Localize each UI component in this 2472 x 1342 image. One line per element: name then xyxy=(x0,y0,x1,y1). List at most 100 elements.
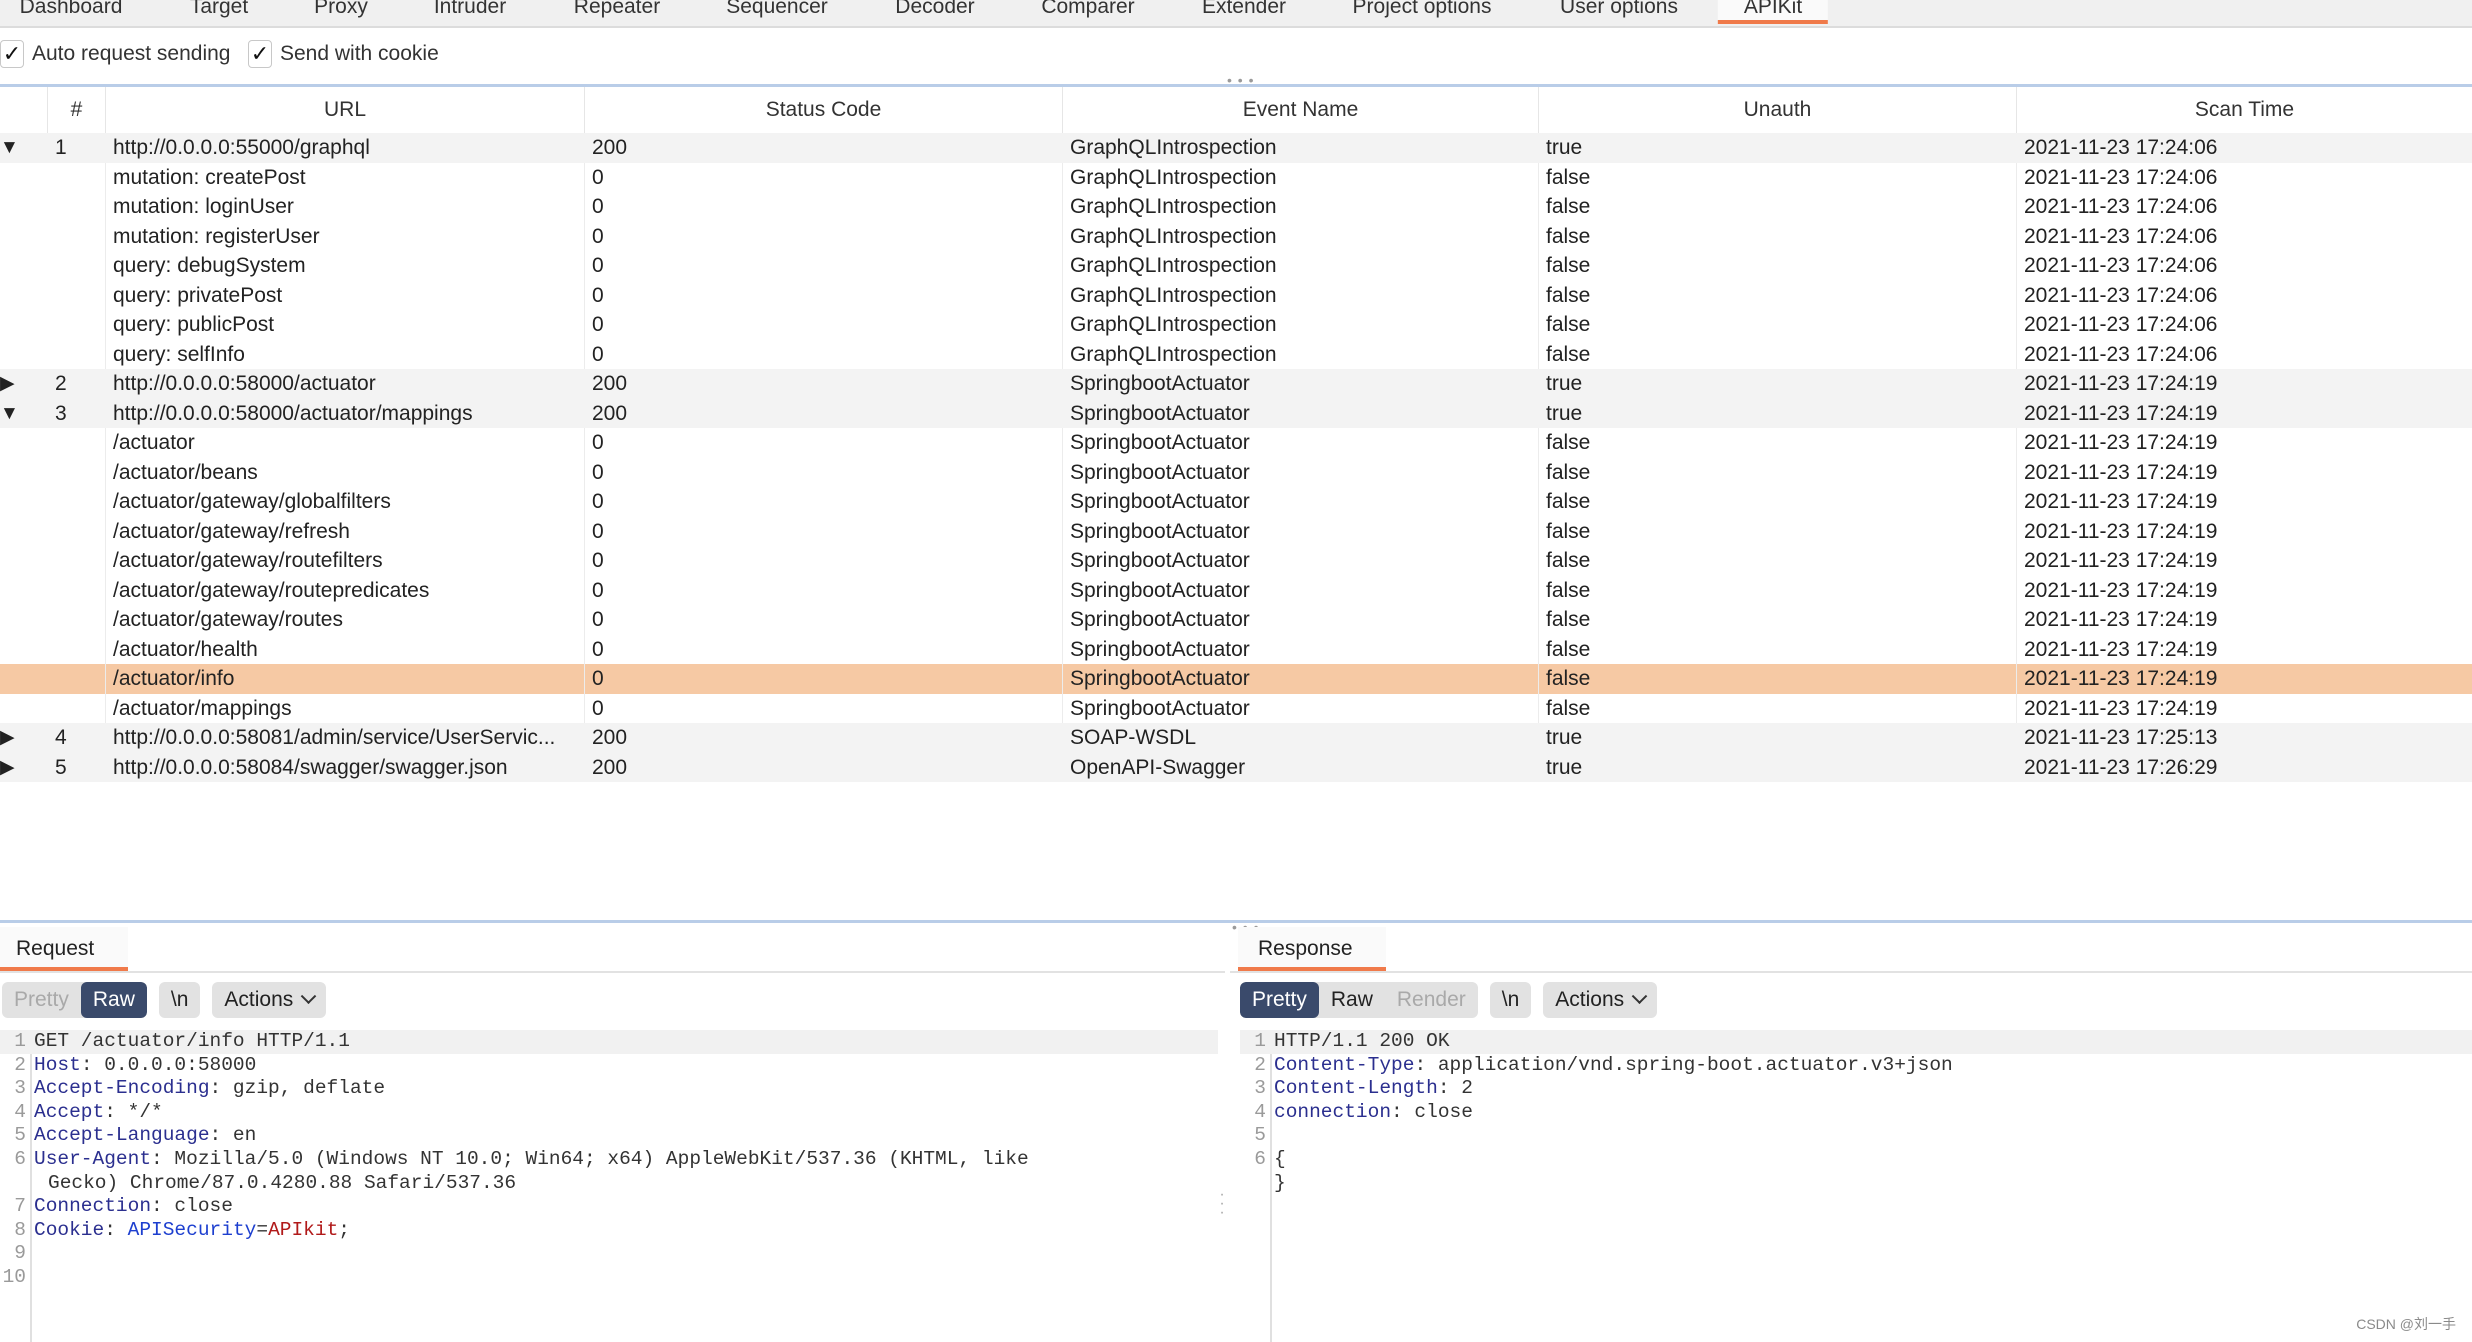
table-row-child[interactable]: /actuator/gateway/routepredicates 0 Spring… xyxy=(0,575,2472,605)
auto-request-sending-checkbox[interactable]: ✓ Auto request sending xyxy=(0,40,230,68)
column-header-url[interactable]: URL xyxy=(106,87,585,133)
table-row-parent[interactable]: ▶ 4 http://0.0.0.0:58081/admin/service/Use… xyxy=(0,723,2472,753)
table-row-child[interactable]: /actuator/beans 0 SpringbootActuator false 2… xyxy=(0,457,2472,487)
table-row-child[interactable]: /actuator/gateway/refresh 0 SpringbootActu… xyxy=(0,516,2472,546)
checkmark-icon[interactable]: ✓ xyxy=(0,40,24,68)
row-url: query: privatePost xyxy=(106,280,585,310)
row-scan-time: 2021-11-23 17:24:19 xyxy=(2024,490,2218,513)
code-line: 2 Content-Type: application/vnd.spring-bo… xyxy=(1240,1054,2472,1078)
response-newline-button[interactable]: \n xyxy=(1489,982,1532,1018)
tab-target[interactable]: Target xyxy=(164,0,274,24)
vertical-split-handle-icon[interactable]: · · · xyxy=(1217,1187,1227,1221)
triangle-right-icon[interactable]: ▶ xyxy=(0,727,15,748)
row-scan-time: 2021-11-23 17:24:19 xyxy=(2024,372,2218,395)
row-number xyxy=(48,605,106,635)
line-number: 10 xyxy=(2,1265,26,1288)
table-row-child[interactable]: query: publicPost 0 GraphQLIntrospection fa… xyxy=(0,310,2472,340)
cookie-name: APISecurity xyxy=(127,1218,257,1241)
tab-intruder[interactable]: Intruder xyxy=(408,0,532,24)
tab-repeater[interactable]: Repeater xyxy=(548,0,686,24)
response-tab[interactable]: Response xyxy=(1238,927,1386,971)
tab-user-options[interactable]: User options xyxy=(1534,0,1704,24)
code-line: 6{ xyxy=(1240,1148,2472,1172)
tab-extender[interactable]: Extender xyxy=(1176,0,1312,24)
table-row-child[interactable]: mutation: createPost 0 GraphQLIntrospectio… xyxy=(0,162,2472,192)
response-mode-raw[interactable]: Raw xyxy=(1319,982,1385,1018)
triangle-down-icon[interactable]: ▼ xyxy=(0,403,19,424)
row-event-name: SpringbootActuator xyxy=(1063,428,1539,458)
row-unauth: false xyxy=(1539,693,2017,723)
request-mode-pretty[interactable]: Pretty xyxy=(2,982,81,1018)
table-row-child[interactable]: /actuator/gateway/routes 0 SpringbootActua… xyxy=(0,605,2472,635)
request-newline-button[interactable]: \n xyxy=(158,982,201,1018)
triangle-down-icon[interactable]: ▼ xyxy=(0,137,19,158)
triangle-right-icon[interactable]: ▶ xyxy=(0,373,15,394)
table-row-child[interactable]: /actuator/gateway/routefilters 0 Springboo… xyxy=(0,546,2472,576)
row-scan-time: 2021-11-23 17:24:19 xyxy=(2024,578,2218,602)
expand-toggle[interactable]: ▼ xyxy=(0,133,48,163)
text-segment: HTTP/1.1 200 OK xyxy=(1274,1030,1450,1052)
table-row-child[interactable]: /actuator/gateway/globalfilters 0 Springbo… xyxy=(0,487,2472,517)
row-status-code: 0 xyxy=(585,605,1063,635)
column-header-unauth[interactable]: Unauth xyxy=(1539,87,2017,133)
line-text: } xyxy=(1274,1172,1286,1196)
column-header-scan-time[interactable]: Scan Time xyxy=(2017,87,2472,133)
response-mode-pretty[interactable]: Pretty xyxy=(1240,982,1319,1018)
request-tab[interactable]: Request xyxy=(0,927,128,971)
toggle-cell xyxy=(0,694,48,724)
table-row-child[interactable]: /actuator/health 0 SpringbootActuator false… xyxy=(0,634,2472,664)
request-editor[interactable]: 1 GET /actuator/info HTTP/1.1 2 Host: 0.0.0… xyxy=(0,1030,1218,1342)
row-scan-time: 2021-11-23 17:26:29 xyxy=(2024,755,2218,779)
tab-apikit[interactable]: APIKit xyxy=(1717,0,1829,24)
column-header-event-name[interactable]: Event Name xyxy=(1063,87,1539,133)
code-line: 3 Accept-Encoding: gzip, deflate xyxy=(0,1077,1218,1101)
tab-proxy[interactable]: Proxy xyxy=(288,0,394,24)
expand-toggle[interactable]: ▶ xyxy=(0,753,48,783)
tab-sequencer[interactable]: Sequencer xyxy=(700,0,854,24)
row-number xyxy=(48,251,106,281)
row-number xyxy=(48,575,106,605)
response-actions-dropdown[interactable]: Actions xyxy=(1543,982,1658,1018)
tab-comparer[interactable]: Comparer xyxy=(1015,0,1160,24)
column-header-status-code[interactable]: Status Code xyxy=(585,87,1063,133)
row-scan-time: 2021-11-23 17:24:06 xyxy=(2024,224,2218,248)
table-row-child[interactable]: /actuator/info 0 SpringbootActuator false 20… xyxy=(0,664,2472,694)
table-row-parent[interactable]: ▶ 5 http://0.0.0.0:58084/swagger/swagger.j… xyxy=(0,752,2472,783)
tab-decoder[interactable]: Decoder xyxy=(869,0,1000,24)
table-row-parent[interactable]: ▼ 3 http://0.0.0.0:58000/actuator/mappings… xyxy=(0,398,2472,429)
header-key: Accept xyxy=(34,1100,105,1123)
response-editor[interactable]: 1 HTTP/1.1 200 OK 2 Content-Type: applicati… xyxy=(1240,1030,2472,1342)
column-header-number[interactable]: # xyxy=(48,87,106,133)
table-row-child[interactable]: query: privatePost 0 GraphQLIntrospection f… xyxy=(0,280,2472,310)
table-row-parent[interactable]: ▶ 2 http://0.0.0.0:58000/actuator 200 Spring… xyxy=(0,369,2472,399)
request-mode-raw[interactable]: Raw xyxy=(80,982,147,1018)
table-row-child[interactable]: query: selfInfo 0 GraphQLIntrospection fals… xyxy=(0,339,2472,369)
tab-dashboard[interactable]: Dashboard xyxy=(0,0,148,24)
expand-toggle[interactable]: ▶ xyxy=(0,723,48,753)
table-row-child[interactable]: /actuator 0 SpringbootActuator false 2021-11… xyxy=(0,428,2472,458)
text-segment: } xyxy=(1274,1171,1286,1194)
expand-toggle[interactable]: ▼ xyxy=(0,399,48,429)
header-key: connection xyxy=(1274,1100,1392,1123)
response-mode-render[interactable]: Render xyxy=(1385,982,1478,1018)
row-url: mutation: registerUser xyxy=(106,221,585,251)
table-row-child[interactable]: mutation: registerUser 0 GraphQLIntrospect… xyxy=(0,221,2472,252)
row-unauth: false xyxy=(1539,310,2017,340)
triangle-right-icon[interactable]: ▶ xyxy=(0,757,15,778)
request-actions-dropdown[interactable]: Actions xyxy=(212,982,327,1018)
expand-toggle[interactable]: ▶ xyxy=(0,369,48,399)
table-row-child[interactable]: mutation: loginUser 0 GraphQLIntrospection… xyxy=(0,192,2472,222)
toggle-cell xyxy=(0,222,48,252)
row-event-name: SpringbootActuator xyxy=(1063,546,1539,576)
tab-project-options[interactable]: Project options xyxy=(1327,0,1518,24)
table-row-parent[interactable]: ▼ 1 http://0.0.0.0:55000/graphql 200 GraphQL… xyxy=(0,133,2472,163)
table-row-child[interactable]: /actuator/mappings 0 SpringbootActuator fal… xyxy=(0,693,2472,724)
row-scan-time: 2021-11-23 17:24:19 xyxy=(2024,608,2218,631)
checkmark-icon[interactable]: ✓ xyxy=(248,40,272,68)
text-segment: : application/vnd.spring-boot.actuator.v… xyxy=(1414,1053,1953,1076)
cookie-value: APIkit xyxy=(268,1218,339,1241)
table-row-child[interactable]: query: debugSystem 0 GraphQLIntrospection f… xyxy=(0,251,2472,281)
row-unauth: false xyxy=(1539,221,2017,251)
response-pane: Response Pretty Raw Render \n Actions 1 HTT… xyxy=(1230,925,2472,1342)
send-with-cookie-checkbox[interactable]: ✓ Send with cookie xyxy=(248,40,439,68)
